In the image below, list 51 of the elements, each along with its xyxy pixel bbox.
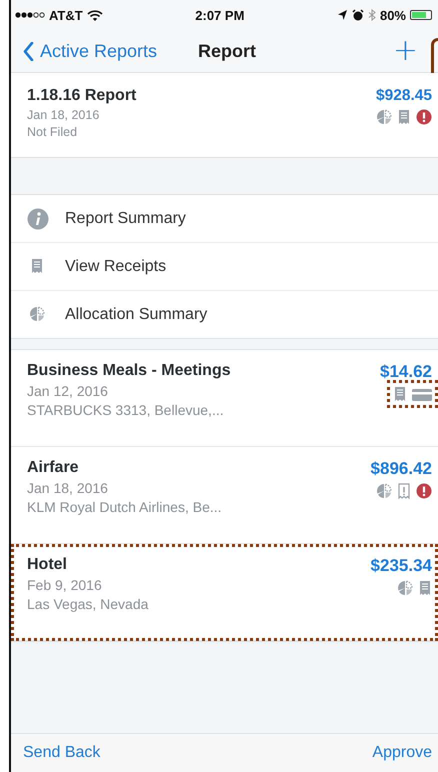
alarm-icon xyxy=(352,9,364,21)
pie-chart-icon xyxy=(397,580,413,596)
expense-date: Jan 18, 2016 xyxy=(27,480,109,496)
add-button[interactable]: + xyxy=(384,36,426,66)
expense-title: Airfare xyxy=(27,459,80,477)
receipt-icon xyxy=(393,386,407,402)
menu-item-label: View Receipts xyxy=(65,258,166,276)
expense-title: Business Meals - Meetings xyxy=(27,362,231,380)
report-date: Jan 18, 2016 xyxy=(27,108,100,122)
battery-percent: 80% xyxy=(380,8,406,22)
menu-item[interactable]: View Receipts xyxy=(11,242,438,290)
wifi-icon xyxy=(86,9,103,21)
expense-date: Feb 9, 2016 xyxy=(27,577,103,593)
receipt-exclamation-icon xyxy=(397,483,411,499)
info-icon xyxy=(27,208,49,230)
send-back-link[interactable]: Send Back xyxy=(23,744,100,762)
expense-vendor: STARBUCKS 3313, Bellevue,... xyxy=(27,402,225,418)
approve-link[interactable]: Approve xyxy=(372,744,432,762)
pie-chart-icon xyxy=(29,306,47,324)
expense-date: Jan 12, 2016 xyxy=(27,383,109,399)
expense-vendor: KLM Royal Dutch Airlines, Be... xyxy=(27,499,222,515)
back-chevron-icon xyxy=(23,42,34,60)
menu-item[interactable]: Report Summary xyxy=(11,195,438,242)
alert-icon xyxy=(416,109,432,125)
credit-card-icon xyxy=(412,386,432,402)
report-status: Not Filed xyxy=(27,125,78,139)
expense-vendor: Las Vegas, Nevada xyxy=(27,596,148,612)
expense-title: Hotel xyxy=(27,556,68,574)
menu-item[interactable]: Allocation Summary xyxy=(11,290,438,338)
report-header[interactable]: 1.18.16 Report Jan 18, 2016 Not Filed $928.45 xyxy=(11,73,438,158)
signal-icon xyxy=(15,11,45,19)
expense-amount: $14.62 xyxy=(380,362,432,382)
expense-amount: $235.34 xyxy=(370,556,432,576)
report-title: 1.18.16 Report xyxy=(27,87,136,105)
receipt-icon xyxy=(418,580,432,596)
location-icon xyxy=(336,9,348,21)
menu-item-label: Allocation Summary xyxy=(65,306,208,324)
expense-amount: $896.42 xyxy=(370,459,432,479)
screen-title: Report xyxy=(198,40,256,62)
carrier-name: AT&T xyxy=(49,8,83,22)
pie-chart-icon xyxy=(376,483,392,499)
expense-row[interactable]: Hotel Feb 9, 2016 Las Vegas, Nevada $235.34 xyxy=(11,544,438,641)
menu-item-label: Report Summary xyxy=(65,210,186,228)
alert-icon xyxy=(416,483,432,499)
bluetooth-icon xyxy=(368,9,376,21)
battery-icon xyxy=(410,10,432,20)
back-link[interactable]: Active Reports xyxy=(23,40,158,62)
receipt-icon xyxy=(397,109,411,125)
status-time: 2:07 PM xyxy=(195,8,244,22)
report-amount: $928.45 xyxy=(376,87,432,105)
pie-chart-icon xyxy=(376,109,392,125)
